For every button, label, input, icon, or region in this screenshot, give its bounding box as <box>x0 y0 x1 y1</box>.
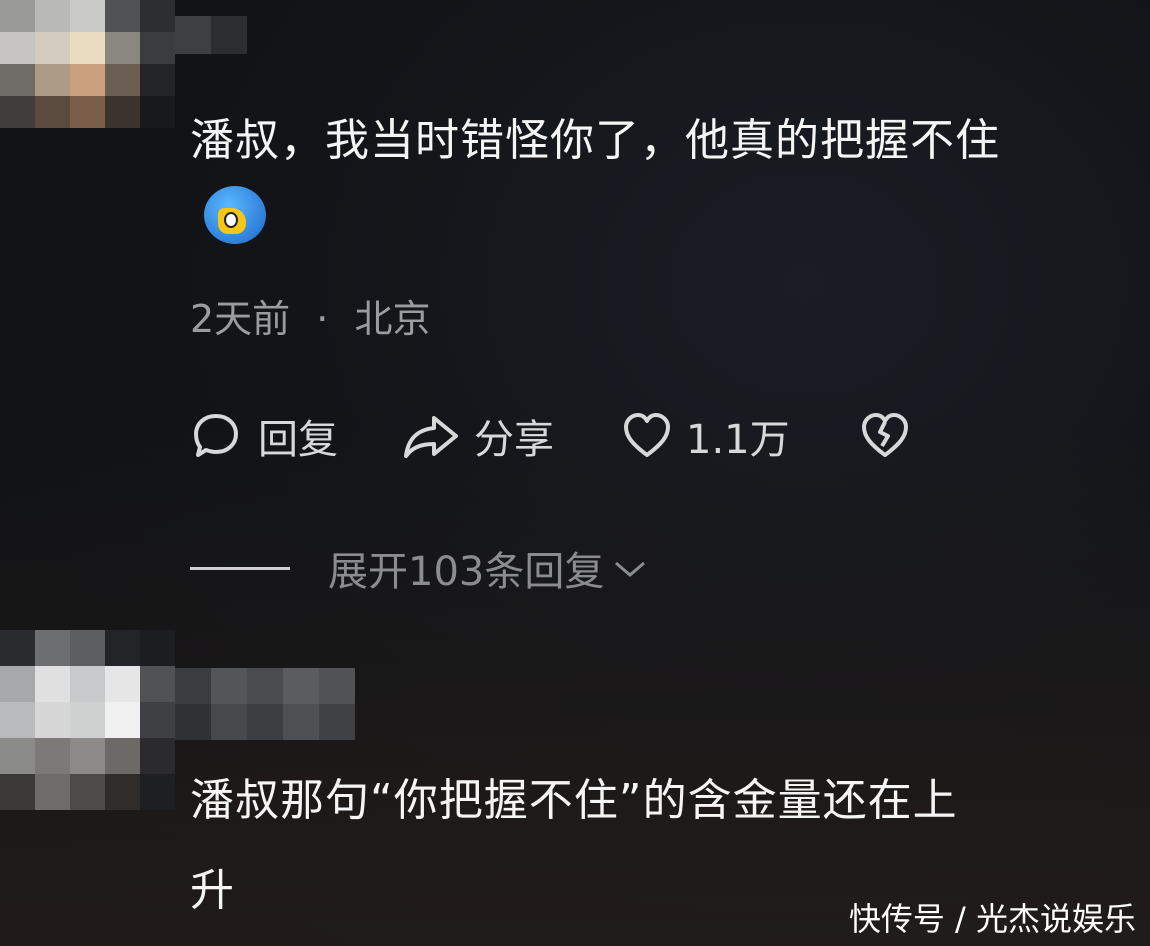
comment-text: 潘叔，我当时错怪你了，他真的把握不住 <box>190 115 1000 166</box>
comment-meta: 2天前 · 北京 <box>190 288 430 343</box>
divider <box>190 566 290 570</box>
heart-icon <box>622 412 672 460</box>
timestamp: 2天前 <box>190 297 291 341</box>
share-button[interactable]: 分享 <box>400 408 554 464</box>
reply-button[interactable]: 回复 <box>190 408 338 464</box>
emoji-sticker <box>204 186 266 244</box>
like-count: 1.1万 <box>686 417 790 463</box>
reply-label: 回复 <box>258 417 338 463</box>
username[interactable] <box>175 16 247 54</box>
expand-replies-button[interactable]: 展开103条回复 <box>190 540 648 596</box>
comment-text-continued: 升 <box>190 865 235 916</box>
location: 北京 <box>354 297 431 341</box>
watermark: 快传号 / 光杰说娱乐 <box>848 900 1136 938</box>
share-label: 分享 <box>474 417 554 463</box>
avatar[interactable] <box>0 630 175 810</box>
share-arrow-icon <box>400 410 460 462</box>
chat-bubble-icon <box>190 410 242 462</box>
expand-replies-label: 展开103条回复 <box>328 549 605 595</box>
like-button[interactable]: 1.1万 <box>622 408 790 464</box>
separator: · <box>316 297 329 341</box>
avatar[interactable] <box>0 0 175 128</box>
username[interactable] <box>175 668 355 740</box>
broken-heart-icon <box>860 412 910 460</box>
action-bar: 回复 分享 1.1万 <box>190 408 950 464</box>
dislike-button[interactable] <box>860 408 910 464</box>
comment-text: 潘叔那句“你把握不住”的含金量还在上 <box>190 775 958 826</box>
chevron-down-icon <box>612 545 648 591</box>
